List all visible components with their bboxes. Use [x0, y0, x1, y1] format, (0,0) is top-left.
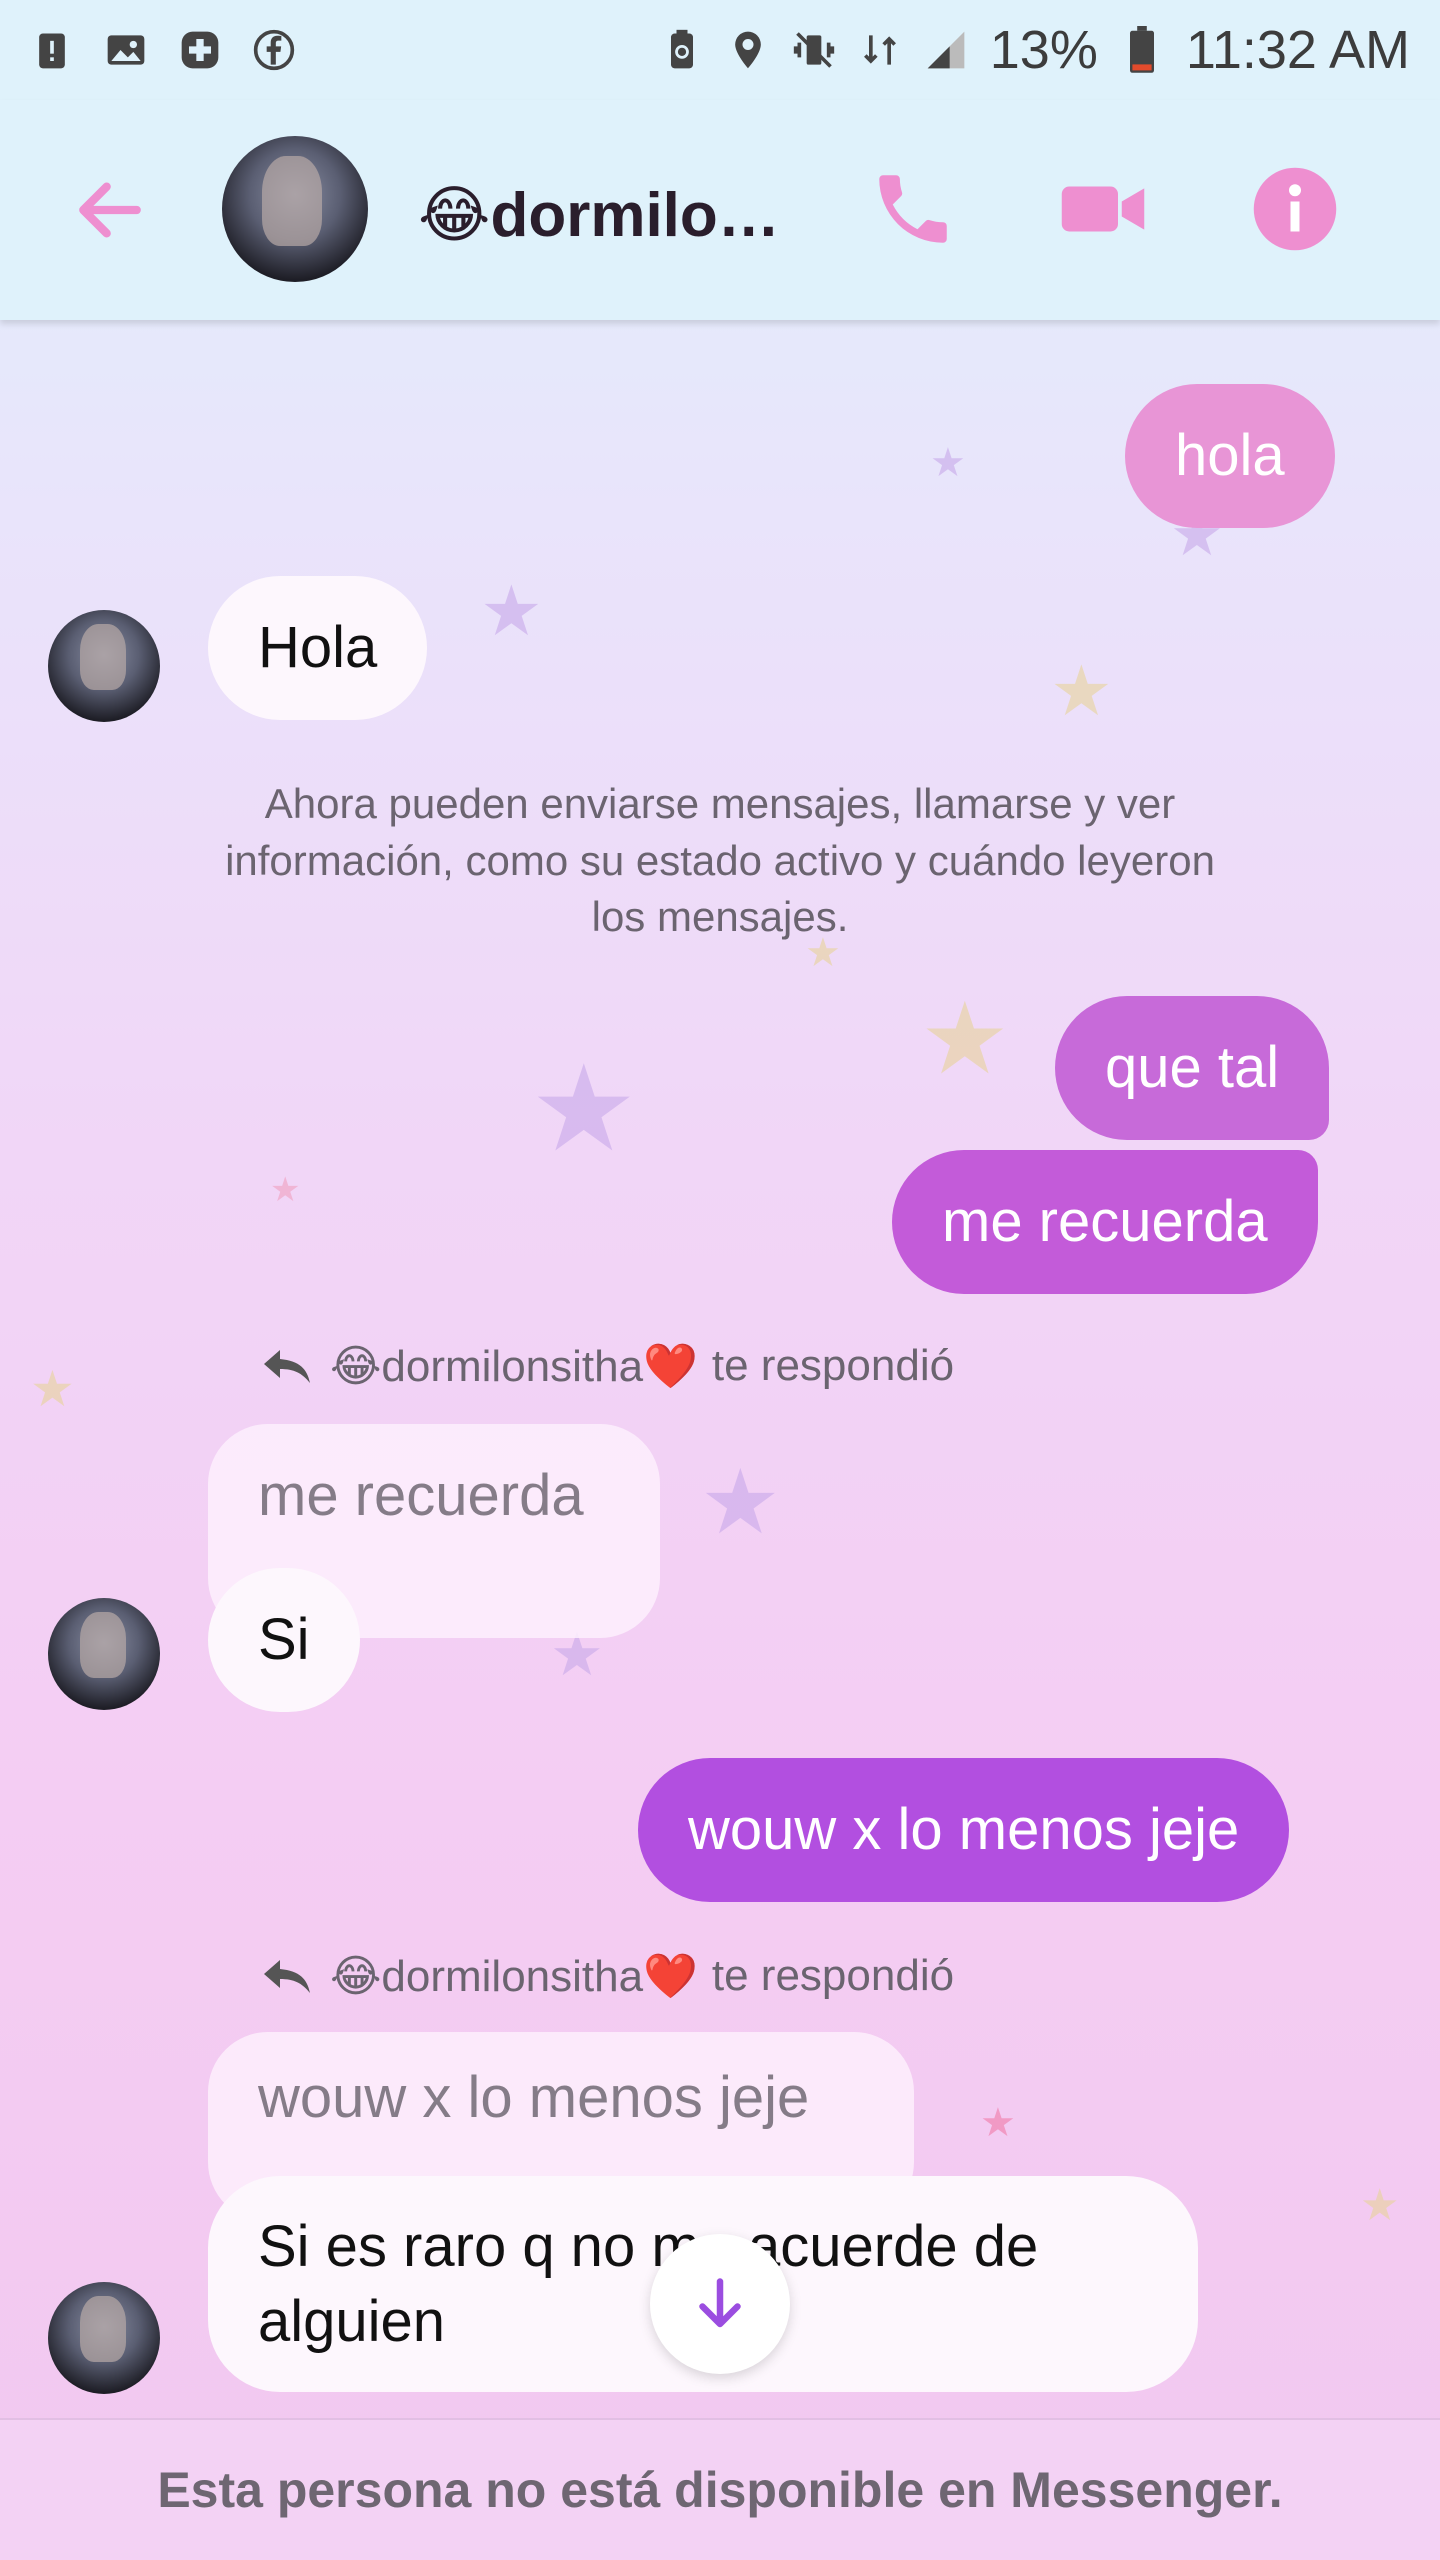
- reply-action: te respondió: [711, 1341, 955, 1390]
- battery-saver-icon: [660, 26, 704, 74]
- star-decoration: ★: [30, 1361, 75, 1417]
- call-button[interactable]: [868, 164, 958, 254]
- unavailable-notice: Esta persona no está disponible en Messe…: [0, 2418, 1440, 2560]
- chat-info-notice: Ahora pueden enviarse mensajes, llamarse…: [225, 780, 1215, 941]
- star-decoration: ★: [530, 1042, 638, 1176]
- star-decoration: ★: [480, 572, 543, 650]
- info-button[interactable]: [1250, 164, 1340, 254]
- message-outgoing[interactable]: me recuerda: [892, 1150, 1318, 1294]
- reply-sender: 😂dormilonsitha❤️: [330, 1952, 698, 2001]
- chat-thread[interactable]: ★ ★ ★ ★ ★ ★ ★ ★ ★ ★ ★ ★ ★ ★ hola Hola Ah…: [0, 320, 1440, 2420]
- signal-icon: [924, 26, 968, 74]
- message-outgoing[interactable]: que tal: [1055, 996, 1330, 1140]
- vibrate-icon: [792, 26, 836, 74]
- star-decoration: ★: [1050, 652, 1113, 730]
- message-incoming[interactable]: Hola: [208, 576, 428, 720]
- back-arrow-icon: [79, 182, 141, 238]
- avatar[interactable]: [222, 136, 368, 282]
- reply-sender: 😂dormilonsitha❤️: [330, 1342, 698, 1391]
- reply-icon: [264, 1960, 310, 1993]
- star-decoration: ★: [700, 1453, 781, 1553]
- arrow-down-icon: [699, 2278, 741, 2328]
- clock: 11:32 AM: [1185, 20, 1410, 80]
- star-decoration: ★: [930, 441, 966, 485]
- star-decoration: ★: [1360, 2181, 1400, 2230]
- avatar[interactable]: [48, 2282, 160, 2394]
- reply-label: 😂dormilonsitha❤️ te respondió: [260, 1950, 954, 2002]
- reply-label: 😂dormilonsitha❤️ te respondió: [260, 1340, 954, 1392]
- message-outgoing[interactable]: wouw x lo menos jeje: [638, 1758, 1290, 1902]
- reply-icon: [264, 1350, 310, 1383]
- star-decoration: ★: [270, 1171, 301, 1209]
- back-button[interactable]: [70, 170, 150, 250]
- medical-icon: [178, 26, 222, 74]
- alert-icon: [30, 26, 74, 74]
- location-icon: [726, 26, 770, 74]
- video-call-button[interactable]: [1058, 164, 1148, 254]
- phone-icon: [879, 175, 947, 243]
- battery-icon: [1120, 26, 1164, 74]
- data-icon: [858, 26, 902, 74]
- facebook-icon: [252, 26, 296, 74]
- message-incoming[interactable]: Si: [208, 1568, 360, 1712]
- image-icon: [104, 26, 148, 74]
- chat-header: 😂dormilon…: [0, 100, 1440, 320]
- status-bar: 13% 11:32 AM: [0, 0, 1440, 100]
- scroll-to-bottom-button[interactable]: [650, 2234, 790, 2374]
- video-icon: [1061, 186, 1145, 232]
- avatar[interactable]: [48, 1598, 160, 1710]
- avatar[interactable]: [48, 610, 160, 722]
- battery-percent: 13%: [989, 20, 1098, 80]
- star-decoration: ★: [920, 983, 1010, 1095]
- contact-name[interactable]: 😂dormilon…: [418, 178, 798, 251]
- reply-action: te respondió: [711, 1951, 955, 2000]
- star-decoration: ★: [980, 2101, 1016, 2145]
- info-icon: [1253, 167, 1337, 251]
- message-outgoing[interactable]: hola: [1125, 384, 1335, 528]
